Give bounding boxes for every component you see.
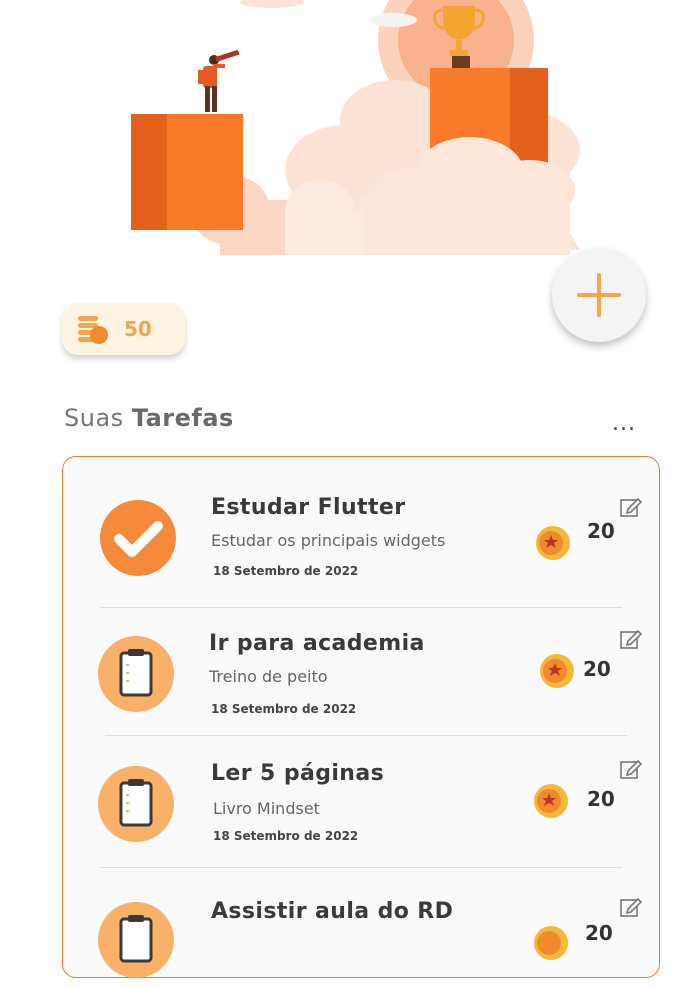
hero-illustration [131, 0, 580, 255]
plus-icon [577, 273, 621, 317]
task-reward: 20 [587, 787, 615, 811]
coin-icon [534, 926, 568, 960]
task-reward: 20 [583, 657, 611, 681]
clipboard-icon [98, 902, 174, 978]
clipboard-icon [98, 636, 174, 712]
task-title: Ir para academia [209, 631, 425, 656]
task-date: 18 Setembro de 2022 [213, 829, 359, 843]
more-options-button[interactable]: ... [612, 413, 636, 435]
coin-icon [540, 654, 574, 688]
edit-icon[interactable] [619, 895, 643, 919]
edit-icon[interactable] [619, 757, 643, 781]
clipboard-icon [98, 766, 174, 842]
task-item[interactable]: Estudar Flutter Estudar os principais wi… [63, 457, 659, 587]
task-reward: 20 [585, 921, 613, 945]
task-item[interactable]: Assistir aula do RD 20 [63, 857, 659, 987]
task-title: Estudar Flutter [211, 495, 406, 520]
edit-icon[interactable] [619, 495, 643, 519]
task-description: Estudar os principais widgets [211, 531, 446, 550]
task-title: Assistir aula do RD [211, 899, 454, 924]
add-task-button[interactable] [552, 248, 646, 342]
coin-icon [534, 784, 568, 818]
task-reward: 20 [587, 519, 615, 543]
coins-value: 50 [124, 317, 152, 341]
task-item[interactable]: Ler 5 páginas Livro Mindset 18 Setembro … [63, 725, 659, 855]
task-item[interactable]: Ir para academia Treino de peito 18 Sete… [63, 595, 659, 725]
task-description: Livro Mindset [213, 799, 320, 818]
edit-icon[interactable] [619, 627, 643, 651]
task-description: Treino de peito [209, 667, 328, 686]
section-title-bold: Tarefas [131, 404, 234, 432]
coins-icon [78, 316, 108, 344]
coins-balance-chip[interactable]: 50 [62, 303, 185, 355]
tasks-card: Estudar Flutter Estudar os principais wi… [62, 456, 660, 978]
task-date: 18 Setembro de 2022 [213, 564, 359, 578]
section-title-prefix: Suas [64, 404, 124, 432]
coin-icon [536, 526, 570, 560]
task-title: Ler 5 páginas [211, 761, 385, 786]
task-date: 18 Setembro de 2022 [211, 702, 357, 716]
section-title: Suas Tarefas [64, 404, 234, 432]
check-icon [100, 500, 176, 576]
